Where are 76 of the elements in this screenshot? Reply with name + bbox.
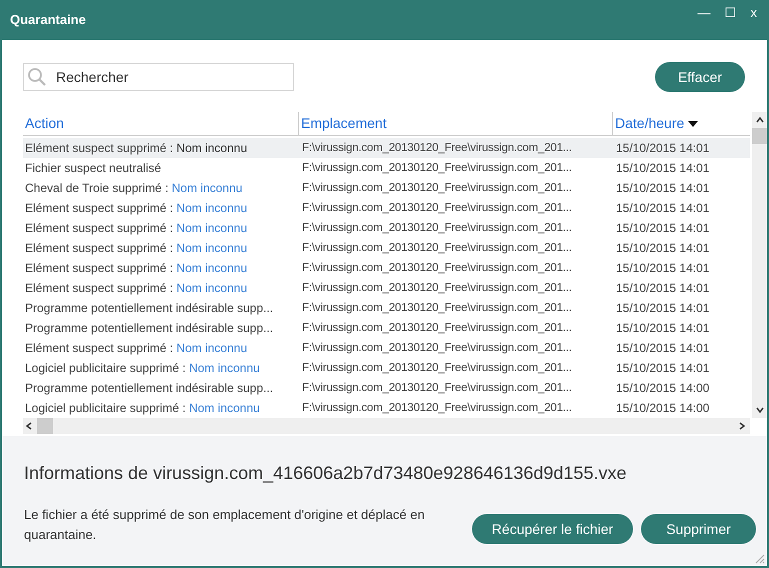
location-cell-text: F:\virussign.com_20130120_Free\virussign.com_201... xyxy=(301,381,573,396)
table-row[interactable]: Fichier suspect neutralisé F:\virussign.com_20130120_Free\virussign.com_201... 15/10/2015 14:01 xyxy=(23,158,750,178)
location-cell-text: F:\virussign.com_20130120_Free\virussign.com_201... xyxy=(301,361,573,376)
table-row[interactable]: Elément suspect supprimé : Nom inconnu F:\virussign.com_20130120_Free\virussign.com_201... 15/10/2015 14:01 xyxy=(23,338,750,358)
location-cell-text: F:\virussign.com_20130120_Free\virussign.com_201... xyxy=(301,321,573,336)
table-row[interactable]: Elément suspect supprimé : Nom inconnu F:\virussign.com_20130120_Free\virussign.com_201... 15/10/2015 14:01 xyxy=(23,218,750,238)
action-cell-text: Elément suspect supprimé : Nom inconnu xyxy=(24,220,248,237)
column-header[interactable]: Date/heure xyxy=(612,112,750,135)
clear-button[interactable]: Effacer xyxy=(655,62,745,92)
table-row[interactable]: Elément suspect supprimé : Nom inconnu F:\virussign.com_20130120_Free\virussign.com_201... 15/10/2015 14:01 xyxy=(23,258,750,278)
location-cell-text: F:\virussign.com_20130120_Free\virussign.com_201... xyxy=(301,341,573,356)
scrollbar-thumb[interactable] xyxy=(752,128,767,144)
date-cell-text: 15/10/2015 14:01 xyxy=(615,340,710,357)
location-cell-text: F:\virussign.com_20130120_Free\virussign.com_201... xyxy=(301,301,573,316)
resize-grip-icon[interactable] xyxy=(753,552,765,564)
table-row[interactable]: Programme potentiellement indésirable supp... F:\virussign.com_20130120_Free\virussign.com_201... 15/10/2015 14:00 xyxy=(23,378,750,398)
table-row[interactable]: Cheval de Troie supprimé : Nom inconnu F:\virussign.com_20130120_Free\virussign.com_201... 15/10/2015 14:01 xyxy=(23,178,750,198)
date-cell-text: 15/10/2015 14:00 xyxy=(615,400,710,417)
date-cell-text: 15/10/2015 14:01 xyxy=(615,320,710,337)
date-cell-text: 15/10/2015 14:01 xyxy=(615,180,710,197)
maximize-button[interactable]: ☐ xyxy=(724,6,736,19)
table-row[interactable]: Logiciel publicitaire supprimé : Nom inconnu F:\virussign.com_20130120_Free\virussign.com_201... 15/10/2015 14:00 xyxy=(23,398,750,418)
action-cell-text: Programme potentiellement indésirable supp... xyxy=(24,380,274,397)
table-row[interactable]: Elément suspect supprimé : Nom inconnu F:\virussign.com_20130120_Free\virussign.com_201... 15/10/2015 14:01 xyxy=(23,198,750,218)
date-cell-text: 15/10/2015 14:00 xyxy=(615,380,710,397)
restore-button[interactable]: Récupérer le fichier xyxy=(472,514,633,544)
date-cell-text: 15/10/2015 14:01 xyxy=(615,240,710,257)
table-row[interactable]: Elément suspect supprimé : Nom inconnu F:\virussign.com_20130120_Free\virussign.com_201... 15/10/2015 14:01 xyxy=(23,238,750,258)
info-text: Le fichier a été supprimé de son emplacement d'origine et déplacé en quarantaine. xyxy=(24,506,426,544)
table-row[interactable]: Elément suspect supprimé : Nom inconnu F:\virussign.com_20130120_Free\virussign.com_201... 15/10/2015 14:01 xyxy=(23,278,750,298)
sort-descending-icon xyxy=(688,120,698,126)
location-cell-text: F:\virussign.com_20130120_Free\virussign.com_201... xyxy=(301,241,573,256)
date-cell-text: 15/10/2015 14:01 xyxy=(615,200,710,217)
location-cell-text: F:\virussign.com_20130120_Free\virussign.com_201... xyxy=(301,141,573,156)
action-cell-text: Logiciel publicitaire supprimé : Nom inconnu xyxy=(24,360,261,377)
table-row[interactable]: Logiciel publicitaire supprimé : Nom inconnu F:\virussign.com_20130120_Free\virussign.com_201... 15/10/2015 14:01 xyxy=(23,358,750,378)
table-row[interactable]: Programme potentiellement indésirable supp... F:\virussign.com_20130120_Free\virussign.com_201... 15/10/2015 14:01 xyxy=(23,298,750,318)
info-title: Informations de virussign.com_416606a2b7d73480e928646136d9d155.vxe xyxy=(24,462,628,485)
action-cell-text: Cheval de Troie supprimé : Nom inconnu xyxy=(24,180,244,197)
delete-button[interactable]: Supprimer xyxy=(641,514,756,544)
table-row[interactable]: Programme potentiellement indésirable supp... F:\virussign.com_20130120_Free\virussign.com_201... 15/10/2015 14:01 xyxy=(23,318,750,338)
date-cell-text: 15/10/2015 14:01 xyxy=(615,300,710,317)
action-cell-text: Programme potentiellement indésirable supp... xyxy=(24,300,274,317)
action-cell-text: Elément suspect supprimé : Nom inconnu xyxy=(24,240,248,257)
location-cell-text: F:\virussign.com_20130120_Free\virussign.com_201... xyxy=(301,281,573,296)
location-cell-text: F:\virussign.com_20130120_Free\virussign.com_201... xyxy=(301,181,573,196)
column-header[interactable]: Action xyxy=(23,112,298,135)
action-cell-text: Programme potentiellement indésirable supp... xyxy=(24,320,274,337)
action-cell-text: Elément suspect supprimé : Nom inconnu xyxy=(24,260,248,277)
action-cell-text: Fichier suspect neutralisé xyxy=(24,160,162,177)
location-cell-text: F:\virussign.com_20130120_Free\virussign.com_201... xyxy=(301,161,573,176)
action-cell-text: Elément suspect supprimé : Nom inconnu xyxy=(24,340,248,357)
date-cell-text: 15/10/2015 14:01 xyxy=(615,360,710,377)
action-cell-text: Elément suspect supprimé : Nom inconnu xyxy=(24,200,248,217)
location-cell-text: F:\virussign.com_20130120_Free\virussign.com_201... xyxy=(301,401,573,416)
close-button[interactable]: x xyxy=(750,6,757,19)
location-cell-text: F:\virussign.com_20130120_Free\virussign.com_201... xyxy=(301,221,573,236)
date-cell-text: 15/10/2015 14:01 xyxy=(615,280,710,297)
action-cell-text: Logiciel publicitaire supprimé : Nom inconnu xyxy=(24,400,261,417)
date-cell-text: 15/10/2015 14:01 xyxy=(615,260,710,277)
date-cell-text: 15/10/2015 14:01 xyxy=(615,160,710,177)
table-row[interactable]: Elément suspect supprimé : Nom inconnu F:\virussign.com_20130120_Free\virussign.com_201... 15/10/2015 14:01 xyxy=(23,138,750,158)
action-cell-text: Elément suspect supprimé : Nom inconnu xyxy=(24,140,248,157)
minimize-button[interactable]: — xyxy=(698,6,710,19)
horizontal-scrollbar[interactable] xyxy=(23,418,750,434)
search-field[interactable]: Rechercher xyxy=(23,63,294,91)
vertical-scrollbar[interactable] xyxy=(752,112,767,418)
search-icon xyxy=(27,67,47,87)
location-cell-text: F:\virussign.com_20130120_Free\virussign.com_201... xyxy=(301,201,573,216)
action-cell-text: Elément suspect supprimé : Nom inconnu xyxy=(24,280,248,297)
date-cell-text: 15/10/2015 14:01 xyxy=(615,140,710,157)
date-cell-text: 15/10/2015 14:01 xyxy=(615,220,710,237)
location-cell-text: F:\virussign.com_20130120_Free\virussign.com_201... xyxy=(301,261,573,276)
window-title: Quarantaine xyxy=(10,11,86,30)
column-header[interactable]: Emplacement xyxy=(298,112,612,135)
scrollbar-thumb[interactable] xyxy=(37,418,53,434)
